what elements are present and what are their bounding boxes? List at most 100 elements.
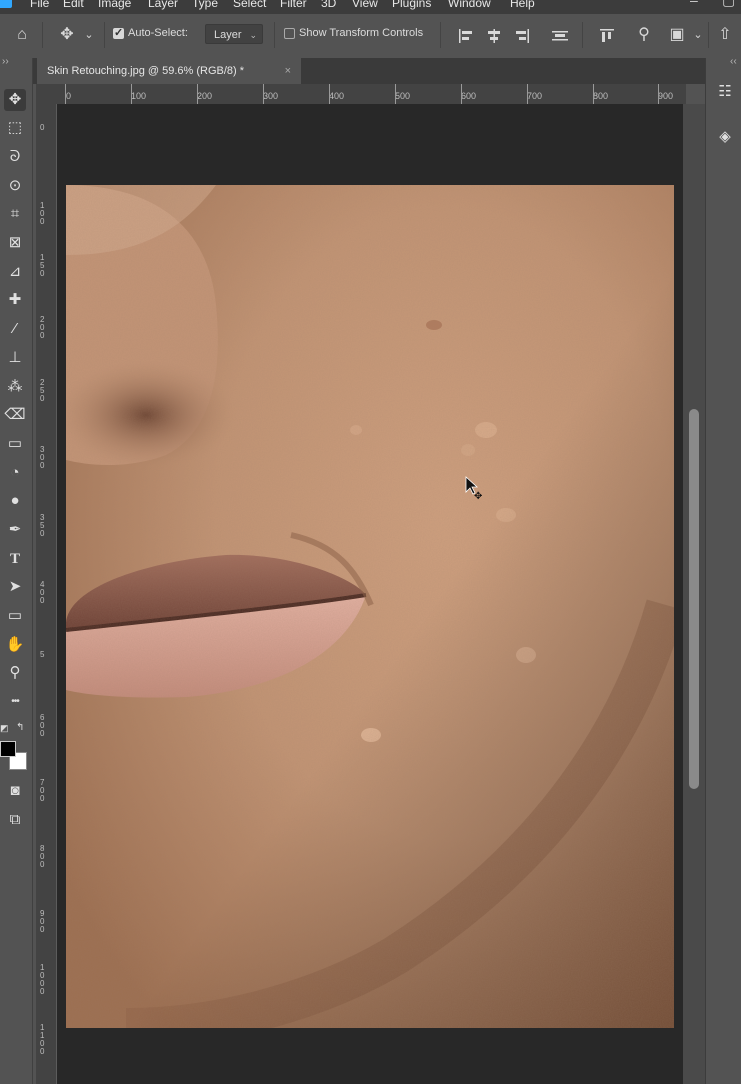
ruler-label: 200 — [197, 91, 213, 101]
ruler-tick — [658, 84, 659, 104]
workspace-icon[interactable]: ▣ — [666, 24, 688, 46]
ruler-label: 300 — [263, 91, 279, 101]
options-bar: ⌂ ✥ ⌄ Auto-Select: Layer ⌄ Show Transfor… — [0, 14, 741, 59]
auto-select-checkbox[interactable] — [113, 26, 124, 39]
horizontal-ruler[interactable]: 0 100 200 300 400 500 600 700 800 900 — [36, 84, 686, 105]
clone-stamp-tool-icon[interactable]: ⊥ — [4, 347, 26, 369]
chevron-down-icon: ⌄ — [249, 30, 257, 40]
menu-plugins[interactable]: Plugins — [392, 0, 431, 10]
ruler-label: 4 0 0 — [40, 580, 45, 605]
move-tool-icon[interactable]: ✥ — [56, 24, 78, 46]
ruler-label: 1 5 0 — [40, 253, 45, 278]
vertical-ruler[interactable]: 0 1 0 0 1 5 0 2 0 0 2 5 0 3 0 0 3 5 0 4 … — [36, 104, 57, 1084]
ruler-tick — [395, 84, 396, 104]
home-icon[interactable]: ⌂ — [11, 24, 33, 46]
vertical-scrollbar[interactable] — [683, 104, 705, 1084]
history-brush-tool-icon[interactable]: ⁂ — [4, 376, 26, 398]
quick-selection-tool-icon[interactable]: ⊙ — [4, 175, 26, 197]
zoom-tool-icon[interactable]: ⚲ — [4, 662, 26, 684]
collapse-panel-icon[interactable]: ‹‹ — [730, 56, 737, 67]
ruler-label: 3 0 0 — [40, 445, 45, 470]
restore-icon[interactable]: ▢ — [722, 0, 735, 9]
share-icon[interactable]: ⇧ — [714, 24, 736, 46]
ruler-label: 8 0 0 — [40, 844, 45, 869]
path-selection-tool-icon[interactable]: ➤ — [4, 576, 26, 598]
foreground-color-swatch[interactable] — [0, 741, 16, 757]
menu-help[interactable]: Help — [510, 0, 535, 10]
brush-tool-icon[interactable]: ⁄ — [4, 318, 26, 340]
menu-file[interactable]: File — [30, 0, 49, 10]
dropdown-value: Layer — [214, 29, 242, 41]
swap-colors-icon[interactable]: ↰ — [16, 722, 24, 733]
ruler-tick — [65, 84, 66, 104]
align-left-icon[interactable] — [458, 28, 474, 44]
eraser-tool-icon[interactable]: ⌫ — [4, 404, 26, 426]
menu-image[interactable]: Image — [98, 0, 131, 10]
gradient-tool-icon[interactable]: ▭ — [4, 433, 26, 455]
divider — [582, 22, 583, 48]
quick-mask-icon[interactable]: ◙ — [4, 780, 26, 802]
more-tools-icon[interactable]: ••• — [4, 691, 26, 713]
menu-edit[interactable]: Edit — [63, 0, 84, 10]
rectangle-tool-icon[interactable]: ▭ — [4, 605, 26, 627]
close-icon[interactable]: × — [285, 58, 291, 84]
distribute-icon[interactable] — [551, 28, 569, 44]
ruler-label: 1 0 0 0 — [40, 963, 45, 996]
healing-brush-tool-icon[interactable]: ✚ — [4, 289, 26, 311]
align-horizontal-center-icon[interactable] — [486, 28, 502, 44]
scrollbar-thumb[interactable] — [689, 409, 699, 789]
ruler-label: 3 5 0 — [40, 513, 45, 538]
blur-tool-icon[interactable]: ◔ — [4, 462, 26, 484]
crop-tool-icon[interactable]: ⌗ — [4, 203, 26, 225]
menu-type[interactable]: Type — [192, 0, 218, 10]
menu-3d[interactable]: 3D — [321, 0, 336, 10]
collapse-panel-icon[interactable]: ›› — [2, 56, 9, 67]
menu-layer[interactable]: Layer — [148, 0, 178, 10]
lasso-tool-icon[interactable]: ᘐ — [4, 146, 26, 168]
minimize-icon[interactable]: – — [690, 0, 698, 8]
frame-tool-icon[interactable]: ⊠ — [4, 232, 26, 254]
align-right-icon[interactable] — [514, 28, 530, 44]
ruler-tick — [593, 84, 594, 104]
align-top-icon[interactable] — [599, 28, 615, 44]
ruler-tick — [527, 84, 528, 104]
menu-view[interactable]: View — [352, 0, 378, 10]
ruler-tick — [197, 84, 198, 104]
chevron-down-icon[interactable]: ⌄ — [691, 24, 705, 46]
ruler-label: 1 1 0 0 — [40, 1023, 45, 1056]
menu-window[interactable]: Window — [448, 0, 491, 10]
divider — [42, 22, 43, 48]
layers-icon[interactable]: ◈ — [712, 124, 738, 150]
hand-tool-icon[interactable]: ✋ — [4, 634, 26, 656]
ruler-label: 0 — [66, 91, 72, 101]
ruler-label: 700 — [527, 91, 543, 101]
default-colors-icon[interactable]: ◩ — [0, 723, 9, 734]
ruler-tick — [461, 84, 462, 104]
show-transform-checkbox[interactable] — [284, 28, 295, 39]
ruler-label: 0 — [40, 123, 45, 132]
menu-select[interactable]: Select — [233, 0, 266, 10]
screen-mode-icon[interactable]: ⧉ — [4, 809, 26, 831]
menu-filter[interactable]: Filter — [280, 0, 307, 10]
auto-select-target-dropdown[interactable]: Layer ⌄ — [205, 24, 263, 44]
divider — [440, 22, 441, 48]
chevron-down-icon[interactable]: ⌄ — [82, 24, 96, 46]
ruler-tick — [329, 84, 330, 104]
ruler-label: 2 0 0 — [40, 315, 45, 340]
type-tool-icon[interactable]: T — [4, 548, 26, 570]
skin-photo[interactable]: ✥ — [66, 185, 674, 1028]
ruler-label: 6 0 0 — [40, 713, 45, 738]
search-icon[interactable]: ⚲ — [633, 24, 655, 46]
pen-tool-icon[interactable]: ✒ — [4, 519, 26, 541]
ruler-label: 400 — [329, 91, 345, 101]
tools-panel: ›› ✥ ⬚ ᘐ ⊙ ⌗ ⊠ ⊿ ✚ ⁄ ⊥ ⁂ ⌫ ▭ ◔ ● ✒ T ➤ ▭… — [0, 56, 33, 1084]
marquee-tool-icon[interactable]: ⬚ — [4, 117, 26, 139]
move-tool-icon[interactable]: ✥ — [4, 89, 26, 111]
ruler-label: 7 0 0 — [40, 778, 45, 803]
document-tab[interactable]: Skin Retouching.jpg @ 59.6% (RGB/8) * × — [37, 58, 301, 84]
adjustments-icon[interactable]: ☷ — [712, 79, 738, 105]
dodge-tool-icon[interactable]: ● — [4, 490, 26, 512]
document-tab-title: Skin Retouching.jpg @ 59.6% (RGB/8) * — [47, 65, 245, 77]
eyedropper-tool-icon[interactable]: ⊿ — [4, 261, 26, 283]
ruler-label: 500 — [395, 91, 411, 101]
